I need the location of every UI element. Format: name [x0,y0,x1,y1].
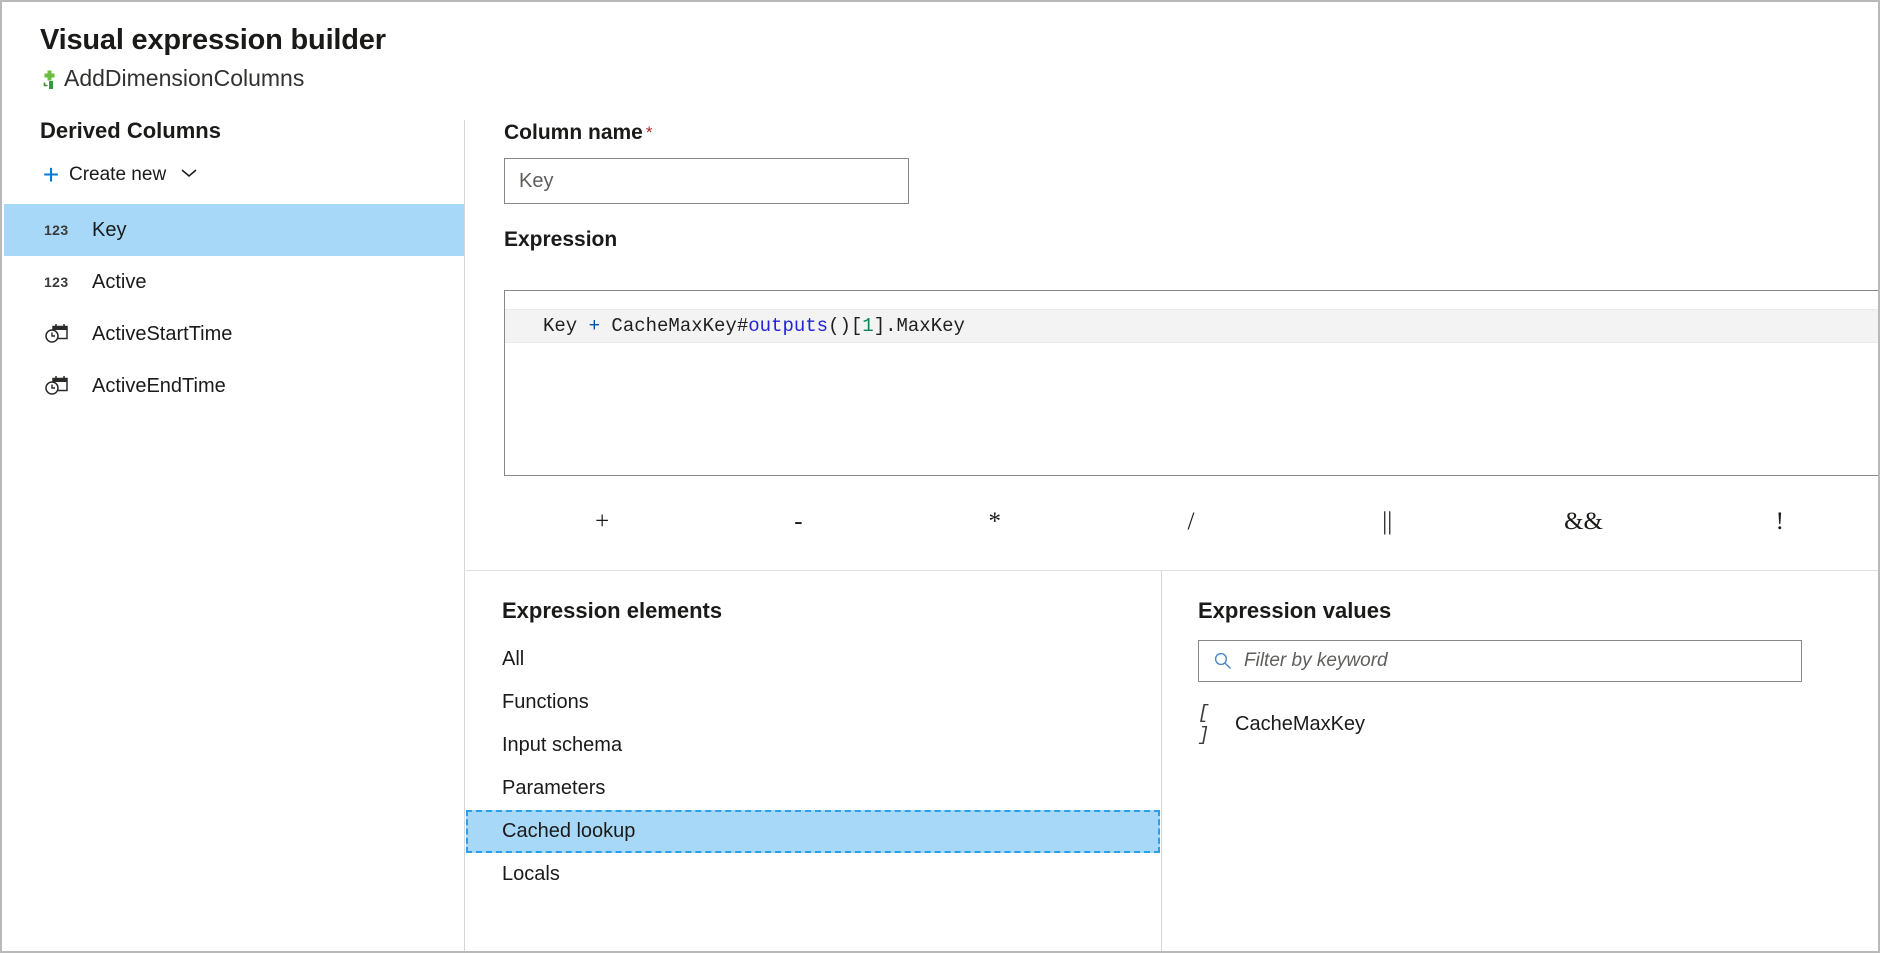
operator-button-divide[interactable]: / [1093,509,1289,534]
derived-column-icon [40,69,62,91]
operator-button-multiply[interactable]: * [897,509,1093,534]
derived-column-item-active[interactable]: 123 Active [4,256,464,308]
code-token-function: outputs [748,315,828,337]
code-token-number: 1 [862,315,873,337]
expression-elements-list: All Functions Input schema Parameters Cached… [466,638,1161,896]
expression-value-item[interactable]: [ ]CacheMaxKey [1162,706,1878,742]
expression-label-row: Expression [466,229,1878,251]
expression-element-parameters[interactable]: Parameters [466,767,1161,810]
integer-123-icon-text: 123 [44,274,69,290]
expression-elements-title: Expression elements [502,600,1161,622]
integer-123-icon-text: 123 [44,222,69,238]
filter-input[interactable] [1242,649,1791,673]
derived-column-label: ActiveEndTime [92,375,226,398]
timestamp-icon [44,375,78,397]
operator-toolbar: +-*/||&&! [504,492,1878,550]
operator-button-minus[interactable]: - [700,509,896,534]
code-token-plain: ].MaxKey [874,315,965,337]
create-new-label: Create new [69,164,166,186]
timestamp-icon [44,323,78,345]
expression-element-input-schema[interactable]: Input schema [466,724,1161,767]
expression-element-label: Locals [502,863,560,886]
page-title: Visual expression builder [40,24,1878,57]
search-icon [1212,650,1234,672]
expression-elements-panel: Expression elements All Functions Input sc… [466,571,1162,951]
derived-column-item-activestarttime[interactable]: ActiveStartTime [4,308,464,360]
plus-icon: + [38,161,64,189]
expression-element-functions[interactable]: Functions [466,681,1161,724]
derived-column-item-activeendtime[interactable]: ActiveEndTime [4,360,464,412]
expression-code: Key + CacheMaxKey#outputs()[1].MaxKey [543,315,965,337]
derived-column-label: Active [92,271,146,294]
expression-element-all[interactable]: All [466,638,1161,681]
expression-values-panel: Expression values [ ]CacheMaxKey [1162,571,1878,951]
breadcrumb: AddDimensionColumns [40,67,1878,90]
code-token-plain: Key [543,315,589,337]
expression-element-label: Input schema [502,734,622,757]
expression-values-list: [ ]CacheMaxKey [1162,706,1878,742]
derived-columns-sidebar: Derived Columns + Create new 123 Key 123 Ac… [4,120,465,953]
operator-button-not[interactable]: ! [1682,509,1878,534]
sidebar-title: Derived Columns [4,120,464,142]
chevron-down-icon[interactable] [180,166,198,184]
visual-expression-builder-window: Visual expression builder AddDimensionCo… [0,0,1880,953]
expression-element-label: All [502,648,524,671]
derived-columns-list: 123 Key 123 Active ActiveStartTime ActiveEndT… [4,204,464,412]
column-name-label: Column name [504,121,643,144]
column-name-input[interactable] [504,158,909,204]
filter-field[interactable] [1198,640,1802,682]
expression-values-title: Expression values [1198,600,1878,622]
expression-element-cached-lookup[interactable]: Cached lookup [466,810,1160,853]
editor-pane: Column name* Expression Key + CacheMaxKe… [466,120,1878,951]
breadcrumb-label: AddDimensionColumns [64,67,304,90]
expression-label: Expression [504,228,617,251]
header: Visual expression builder AddDimensionCo… [2,2,1878,90]
operator-button-or[interactable]: || [1289,509,1485,534]
bottom-panels: Expression elements All Functions Input sc… [466,571,1878,951]
derived-column-item-key[interactable]: 123 Key [4,204,464,256]
derived-column-label: Key [92,219,126,242]
integer-123-icon: 123 [44,274,78,290]
derived-column-label: ActiveStartTime [92,323,232,346]
code-token-operator: + [589,315,600,337]
operator-button-and[interactable]: && [1485,509,1681,534]
create-new-button[interactable]: + Create new [38,160,238,190]
expression-element-label: Cached lookup [502,820,635,843]
column-name-label-row: Column name* [504,122,1878,144]
required-marker: * [646,123,653,142]
column-name-field-group: Column name* [466,120,1878,204]
code-token-plain: ()[ [828,315,862,337]
integer-123-icon: 123 [44,222,78,238]
code-token-plain: CacheMaxKey# [600,315,748,337]
expression-element-locals[interactable]: Locals [466,853,1161,896]
operator-button-plus[interactable]: + [504,509,700,534]
expression-editor[interactable]: Key + CacheMaxKey#outputs()[1].MaxKey [504,290,1880,476]
expression-code-line[interactable]: Key + CacheMaxKey#outputs()[1].MaxKey [505,309,1880,343]
expression-element-label: Parameters [502,777,605,800]
array-brackets-icon: [ ] [1198,702,1232,746]
expression-element-label: Functions [502,691,589,714]
expression-value-label: CacheMaxKey [1235,713,1365,736]
